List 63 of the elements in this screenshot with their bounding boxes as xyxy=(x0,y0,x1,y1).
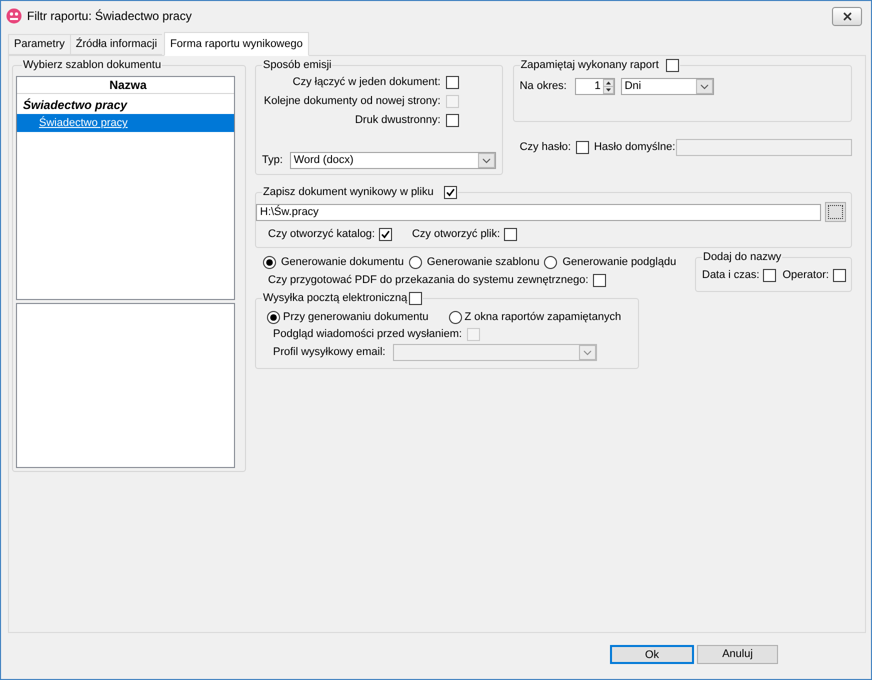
checkbox[interactable] xyxy=(576,141,589,154)
checkbox-label: Data i czas: xyxy=(702,269,760,282)
ok-button[interactable]: Ok xyxy=(610,645,694,664)
radio-label: Przy generowaniu dokumentu xyxy=(283,311,429,324)
checkbox[interactable] xyxy=(666,59,679,72)
group-title: Wysyłka pocztą elektroniczną xyxy=(263,292,408,305)
checkbox-label: Operator: xyxy=(782,269,829,282)
tree-item[interactable]: Świadectwo pracy xyxy=(17,114,234,132)
field-label: Profil wysyłkowy email: xyxy=(273,346,386,359)
tab[interactable]: Forma raportu wynikowego xyxy=(164,32,309,56)
tab[interactable]: Źródła informacji xyxy=(70,34,162,55)
checkbox-label: Czy przygotować PDF do przekazania do systemu zewnętrznego: xyxy=(268,274,588,287)
checkbox-label: Druk dwustronny: xyxy=(354,114,441,127)
browse-button[interactable] xyxy=(825,202,846,222)
chevron-down-icon xyxy=(579,345,596,360)
checkbox-label: Czy otworzyć katalog: xyxy=(268,228,375,241)
focus-ring-icon xyxy=(828,205,843,219)
group-title: Dodaj do nazwy xyxy=(703,251,782,264)
field-label: Typ: xyxy=(262,154,283,167)
checkbox-label: Czy hasło: xyxy=(520,141,571,154)
checkbox-label: Kolejne dokumenty od nowej strony: xyxy=(264,95,441,108)
checkbox[interactable] xyxy=(446,114,459,127)
path-field[interactable]: H:\Św.pracy xyxy=(256,204,821,220)
type-dropdown[interactable]: Word (docx) xyxy=(290,152,496,169)
radio-label: Generowanie podglądu xyxy=(562,256,676,269)
checkbox[interactable] xyxy=(593,274,606,287)
checkbox-label: Czy łączyć w jeden dokument: xyxy=(292,76,441,89)
checkbox[interactable] xyxy=(409,292,422,305)
radio-button[interactable] xyxy=(448,311,462,324)
close-icon xyxy=(842,12,852,20)
unit-dropdown[interactable]: Dni xyxy=(620,78,714,95)
radio-button[interactable] xyxy=(267,311,280,324)
radio-button[interactable] xyxy=(263,256,276,269)
window-title: Filtr raportu: Świadectwo pracy xyxy=(27,8,192,25)
group-title: Zapamiętaj wykonany raport xyxy=(520,59,659,72)
tree-item[interactable]: Świadectwo pracy xyxy=(17,96,234,114)
chevron-down-icon xyxy=(696,79,713,94)
field-label: Na okres: xyxy=(520,80,568,93)
app-logo-icon xyxy=(6,8,22,24)
column-header: Nazwa xyxy=(17,77,234,94)
radio-button[interactable] xyxy=(408,256,422,269)
group-title: Sposób emisji xyxy=(263,59,332,72)
radio-label: Generowanie dokumentu xyxy=(281,256,404,269)
radio-label: Generowanie szablonu xyxy=(426,256,540,269)
field-label: Hasło domyślne: xyxy=(594,141,676,154)
checkbox-label: Czy otworzyć plik: xyxy=(412,228,500,241)
close-button[interactable] xyxy=(832,6,862,26)
checkbox[interactable] xyxy=(763,269,776,282)
radio-button[interactable] xyxy=(544,256,558,269)
group-title: Wybierz szablon dokumentu xyxy=(23,59,162,72)
checkbox[interactable] xyxy=(832,269,846,282)
chevron-down-icon xyxy=(478,153,495,168)
group-title: Zapisz dokument wynikowy w pliku xyxy=(263,186,434,199)
cancel-button[interactable]: Anuluj xyxy=(697,645,778,664)
checkbox[interactable] xyxy=(378,228,392,241)
checkbox[interactable] xyxy=(504,228,518,241)
spin-field[interactable]: 1 xyxy=(574,78,615,95)
spin-arrows-icon xyxy=(602,79,614,94)
tab[interactable]: Parametry xyxy=(8,34,70,55)
checkbox-label: Podgląd wiadomości przed wysłaniem: xyxy=(273,328,462,341)
radio-label: Z okna raportów zapamiętanych xyxy=(464,311,622,324)
checkbox[interactable] xyxy=(446,76,459,89)
checkbox[interactable] xyxy=(444,186,457,199)
